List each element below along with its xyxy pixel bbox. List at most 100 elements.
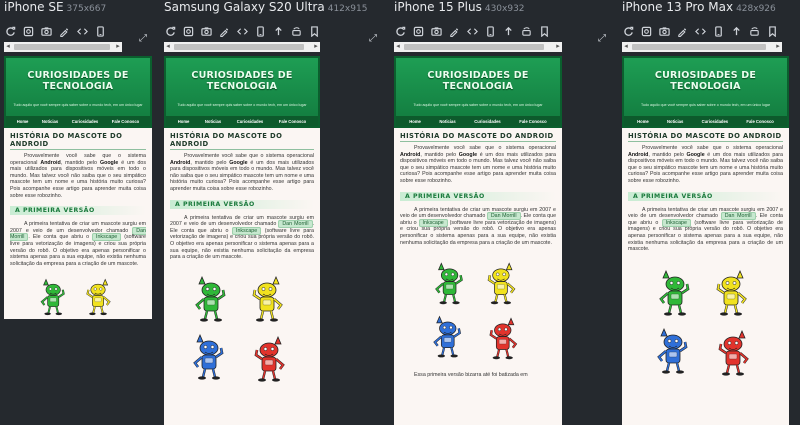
device-toolbar	[4, 22, 106, 40]
nav-home[interactable]: Home	[178, 119, 190, 124]
nav-fale-conosco[interactable]: Fale Conosco	[279, 119, 306, 124]
color-picker-icon[interactable]	[448, 25, 460, 37]
camera-icon[interactable]	[40, 25, 52, 37]
camera-icon[interactable]	[658, 25, 670, 37]
device-name: iPhone SE	[4, 0, 64, 14]
scroll-left-arrow[interactable]: ◂	[622, 42, 630, 52]
device-header: Samsung Galaxy S20 Ultra 412x915	[164, 0, 367, 18]
upload-icon[interactable]	[502, 25, 514, 37]
site-nav: Home Noticias Curiosidades Fale Conosco	[624, 116, 787, 126]
upload-icon[interactable]	[272, 25, 284, 37]
color-picker-icon[interactable]	[218, 25, 230, 37]
scroll-left-arrow[interactable]: ◂	[394, 42, 402, 52]
code-icon[interactable]	[466, 25, 478, 37]
device-header: iPhone 15 Plus 430x932	[394, 0, 562, 18]
site-subtitle: Tudo aquilo que você sempre quis saber s…	[13, 103, 143, 107]
device-icon[interactable]	[254, 25, 266, 37]
scroll-thumb[interactable]	[14, 44, 110, 50]
device-size: 412x915	[327, 4, 368, 14]
scroll-thumb[interactable]	[404, 44, 544, 50]
horizontal-scrollbar[interactable]: ◂ ▸	[394, 42, 562, 52]
screenshot-icon[interactable]	[640, 25, 652, 37]
code-icon[interactable]	[236, 25, 248, 37]
screenshot-icon[interactable]	[182, 25, 194, 37]
refresh-icon[interactable]	[164, 25, 176, 37]
device-samsung-s20-ultra: Samsung Galaxy S20 Ultra 412x915 ◂ ▸ CUR…	[164, 0, 367, 425]
robot-mascots-image	[400, 256, 556, 366]
device-viewport[interactable]: CURIOSIDADES DE TECNOLOGIA Tudo aquilo q…	[622, 56, 789, 425]
site-subtitle: Tudo aquilo que você sempre quis saber s…	[640, 103, 771, 107]
screenshot-icon[interactable]	[22, 25, 34, 37]
scroll-right-arrow[interactable]: ▸	[554, 42, 562, 52]
site-title: CURIOSIDADES DE TECNOLOGIA	[191, 70, 293, 92]
scroll-right-arrow[interactable]: ▸	[114, 42, 122, 52]
scroll-left-arrow[interactable]: ◂	[164, 42, 172, 52]
camera-icon[interactable]	[430, 25, 442, 37]
expand-icon[interactable]: ⤢	[598, 33, 606, 44]
device-viewport[interactable]: CURIOSIDADES DE TECNOLOGIA Tudo aquilo q…	[4, 56, 152, 319]
device-viewport[interactable]: CURIOSIDADES DE TECNOLOGIA Tudo aquilo q…	[164, 56, 320, 425]
color-picker-icon[interactable]	[676, 25, 688, 37]
device-toolbar	[622, 22, 778, 40]
nav-home[interactable]: Home	[637, 119, 649, 124]
color-picker-icon[interactable]	[58, 25, 70, 37]
first-version-paragraph: A primeira tentativa de criar um mascote…	[628, 206, 783, 253]
rotate-icon[interactable]	[520, 25, 532, 37]
nav-noticias[interactable]: Noticias	[205, 119, 221, 124]
screenshot-icon[interactable]	[412, 25, 424, 37]
site-nav: Home Noticias Curiosidades Fale Conosco	[396, 116, 560, 126]
nav-fale-conosco[interactable]: Fale Conosco	[112, 119, 139, 124]
nav-home[interactable]: Home	[409, 119, 421, 124]
nav-curiosidades[interactable]: Curiosidades	[72, 119, 99, 124]
section-heading: A PRIMEIRA VERSÃO	[400, 191, 556, 201]
device-header: iPhone 13 Pro Max 428x926	[622, 0, 789, 18]
device-icon[interactable]	[94, 25, 106, 37]
refresh-icon[interactable]	[622, 25, 634, 37]
nav-curiosidades[interactable]: Curiosidades	[702, 119, 729, 124]
nav-noticias[interactable]: Noticias	[667, 119, 683, 124]
device-iphone-se: iPhone SE 375x667 ◂ ▸ CURIOSIDADES DE TE…	[4, 0, 152, 319]
article-heading: HISTÓRIA DO MASCOTE DO ANDROID	[10, 132, 146, 150]
first-version-paragraph: A primeira tentativa de criar um mascote…	[400, 206, 557, 246]
nav-noticias[interactable]: Noticias	[42, 119, 58, 124]
first-version-paragraph: A primeira tentativa de criar um mascote…	[10, 221, 146, 267]
scroll-thumb[interactable]	[632, 44, 766, 50]
robots-svg	[193, 275, 285, 382]
scroll-left-arrow[interactable]: ◂	[4, 42, 12, 52]
nav-home[interactable]: Home	[17, 119, 29, 124]
code-icon[interactable]	[694, 25, 706, 37]
horizontal-scrollbar[interactable]: ◂ ▸	[4, 42, 122, 52]
horizontal-scrollbar[interactable]: ◂ ▸	[622, 42, 782, 52]
device-size: 428x926	[736, 4, 776, 14]
code-icon[interactable]	[76, 25, 88, 37]
nav-curiosidades[interactable]: Curiosidades	[237, 119, 264, 124]
device-icon[interactable]	[712, 25, 724, 37]
device-viewport[interactable]: CURIOSIDADES DE TECNOLOGIA Tudo aquilo q…	[394, 56, 562, 425]
robots-svg	[433, 262, 518, 360]
refresh-icon[interactable]	[394, 25, 406, 37]
rotate-icon[interactable]	[290, 25, 302, 37]
nav-noticias[interactable]: Noticias	[439, 119, 455, 124]
device-icon[interactable]	[484, 25, 496, 37]
article: HISTÓRIA DO MASCOTE DO ANDROID Provavelm…	[164, 128, 320, 393]
scroll-right-arrow[interactable]: ▸	[774, 42, 782, 52]
bookmark-icon[interactable]	[308, 25, 320, 37]
robots-svg	[40, 278, 111, 316]
scroll-right-arrow[interactable]: ▸	[312, 42, 320, 52]
bookmark-icon[interactable]	[538, 25, 550, 37]
nav-fale-conosco[interactable]: Fale Conosco	[519, 119, 546, 124]
site-subtitle: Tudo aquilo que você sempre quis saber s…	[177, 103, 307, 107]
expand-icon[interactable]: ⤢	[369, 33, 377, 44]
camera-icon[interactable]	[200, 25, 212, 37]
refresh-icon[interactable]	[4, 25, 16, 37]
intro-paragraph: Provavelmente você sabe que o sistema op…	[10, 153, 147, 199]
horizontal-scrollbar[interactable]: ◂ ▸	[164, 42, 320, 52]
nav-fale-conosco[interactable]: Fale Conosco	[746, 119, 773, 124]
bookmark-icon[interactable]	[766, 25, 778, 37]
device-name: iPhone 13 Pro Max	[622, 0, 734, 14]
upload-icon[interactable]	[730, 25, 742, 37]
rotate-icon[interactable]	[748, 25, 760, 37]
nav-curiosidades[interactable]: Curiosidades	[474, 119, 501, 124]
expand-icon[interactable]: ⤢	[139, 33, 147, 44]
scroll-thumb[interactable]	[174, 44, 304, 50]
